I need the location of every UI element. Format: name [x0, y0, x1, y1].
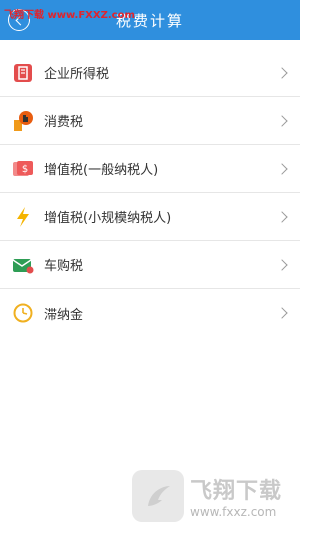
svg-text:$: $ — [22, 164, 28, 175]
logo-badge-icon — [132, 470, 184, 522]
item-label: 滞纳金 — [44, 307, 84, 323]
logo-text: 飞翔下载 www.fxxz.com — [190, 473, 282, 519]
logo-cn: 飞翔下载 — [190, 479, 283, 504]
consumption-tax-icon — [12, 110, 34, 132]
chevron-right-icon — [276, 258, 288, 271]
building-tax-icon — [12, 62, 34, 84]
list-item-corporate-income-tax[interactable]: 企业所得税 — [0, 49, 300, 97]
chevron-right-icon — [276, 66, 288, 79]
chevron-right-icon — [276, 210, 288, 223]
chevron-right-icon — [276, 162, 288, 175]
envelope-car-icon — [12, 254, 34, 276]
dollar-card-icon: $ — [12, 158, 34, 180]
item-label: 增值税(小规模纳税人) — [44, 211, 172, 226]
chevron-right-icon — [276, 114, 288, 127]
watermark-top: 飞翔下载 www.FXXZ.com — [4, 10, 135, 21]
list-item-vat-small[interactable]: 增值税(小规模纳税人) — [0, 193, 300, 241]
item-label: 增值税(一般纳税人) — [44, 163, 159, 178]
item-label: 消费税 — [44, 115, 84, 130]
list-item-consumption-tax[interactable]: 消费税 — [0, 97, 300, 145]
watermark-logo: 飞翔下载 www.fxxz.com — [132, 467, 292, 525]
item-label: 车购税 — [44, 259, 84, 274]
item-label: 企业所得税 — [44, 67, 110, 82]
clock-icon — [12, 302, 34, 324]
list-item-late-fee[interactable]: 滞纳金 — [0, 289, 300, 337]
tax-calc-list: 企业所得税 消费税 $ 增值税(一般纳税人) 增值税(小规模纳税人) 车购税 滞… — [0, 49, 300, 337]
logo-en: www.fxxz.com — [190, 505, 277, 519]
lightning-icon — [12, 206, 34, 228]
chevron-right-icon — [276, 307, 288, 319]
list-item-vat-general[interactable]: $ 增值税(一般纳税人) — [0, 145, 300, 193]
list-item-vehicle-purchase-tax[interactable]: 车购税 — [0, 241, 300, 289]
